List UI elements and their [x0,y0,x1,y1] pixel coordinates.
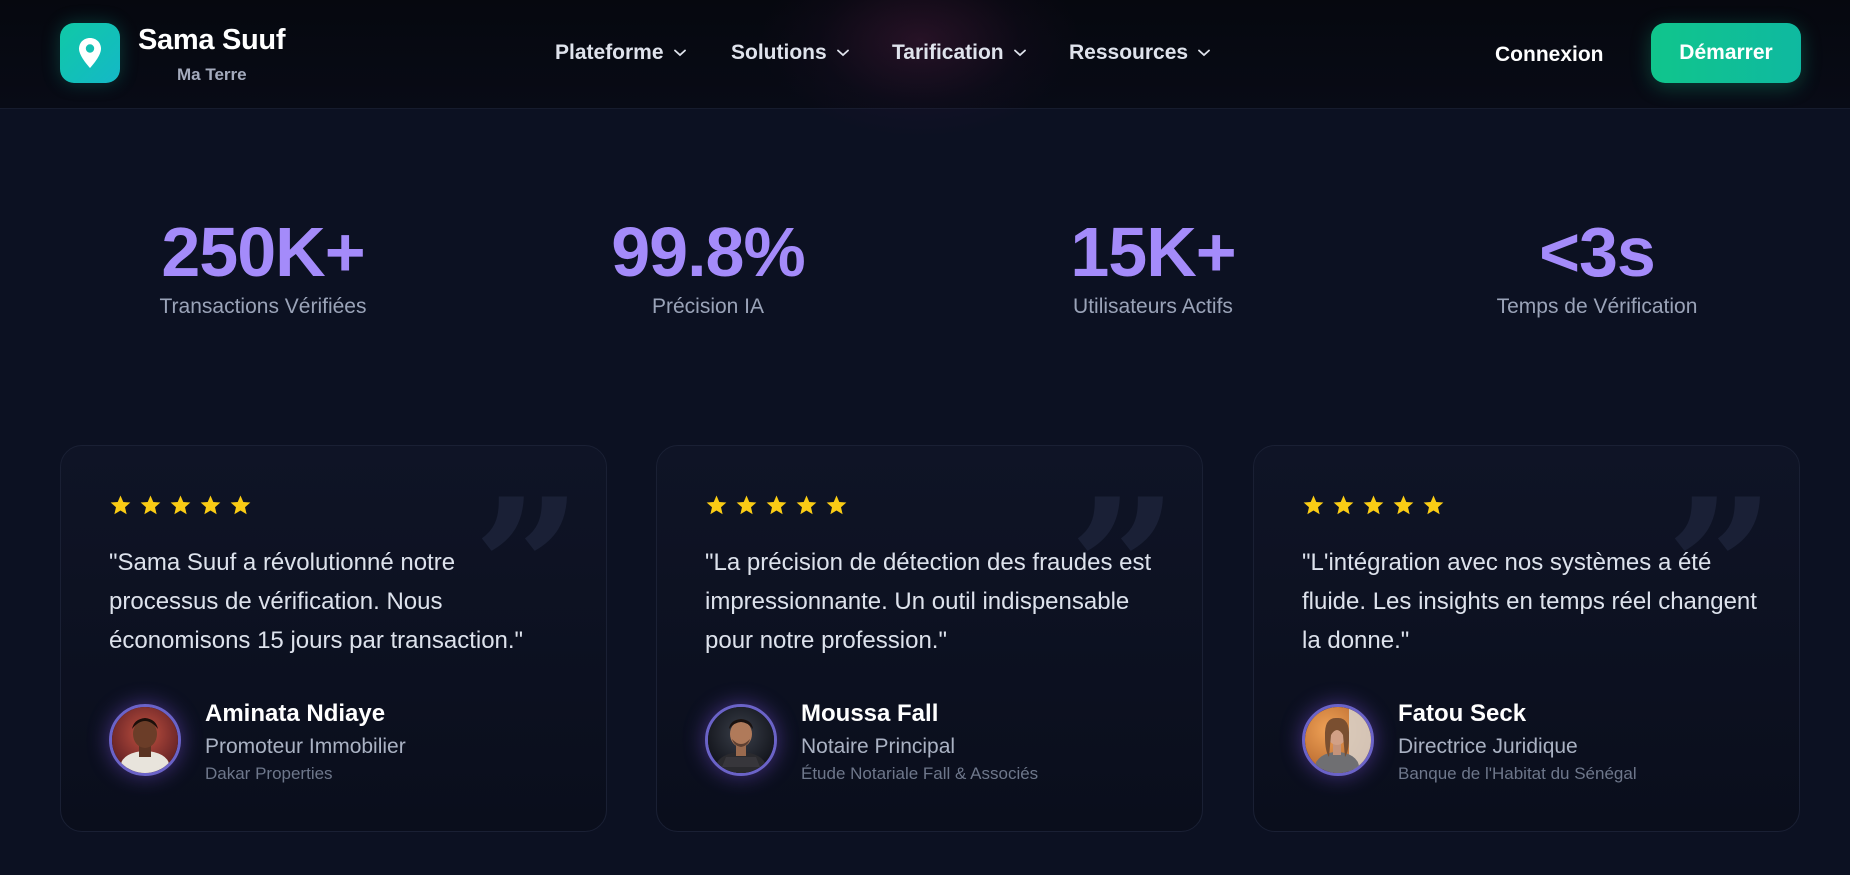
login-link[interactable]: Connexion [1495,43,1604,67]
stat-label: Transactions Vérifiées [159,295,367,318]
nav-glow [760,0,1080,140]
menu-item-label: Ressources [1069,41,1189,64]
star-icon [1423,495,1444,515]
brand-name[interactable]: Sama Suuf [138,24,285,57]
chevron-down-icon [836,49,849,57]
star-icon [1303,495,1324,515]
star-icon [140,495,161,515]
author-company: Étude Notariale Fall & Associés [801,764,1039,783]
stat-verification-time: <3s Temps de Vérification [1417,213,1777,319]
star-icon [1393,495,1414,515]
author-name: Fatou Seck [1398,700,1527,727]
menu-item-label: Tarification [892,41,1004,64]
testimonial-quote: "La précision de détection des fraudes e… [705,549,1152,654]
author-name: Moussa Fall [801,700,939,727]
avatar [1302,704,1374,776]
chevron-down-icon [1198,49,1210,57]
rating-stars [109,494,252,517]
star-icon [170,495,191,515]
star-icon [736,495,757,515]
rating-stars [705,494,848,517]
menu-item-solutions[interactable]: Solutions [731,41,849,65]
stat-precision: 99.8% Précision IA [528,213,888,319]
menu-item-ressources[interactable]: Ressources [1069,41,1210,65]
author-company: Banque de l'Habitat du Sénégal [1398,764,1637,783]
stat-label: Précision IA [651,295,765,318]
star-icon [706,495,727,515]
menu-item-label: Solutions [731,41,827,64]
stat-label: Utilisateurs Actifs [1073,295,1233,318]
testimonial-card: ” "Sama Suuf a révolutionné notre proces… [60,445,607,832]
star-icon [826,495,847,515]
testimonial-quote: "L'intégration avec nos systèmes a été f… [1302,549,1757,654]
logo[interactable] [60,23,120,83]
testimonial-card: ” "La précision de détection des fraudes… [656,445,1203,832]
avatar [109,704,181,776]
author-role: Promoteur Immobilier [205,735,406,758]
brand-tagline: Ma Terre [177,65,247,84]
stat-transactions: 250K+ Transactions Vérifiées [83,213,443,319]
avatar [705,704,777,776]
stat-users: 15K+ Utilisateurs Actifs [973,213,1333,319]
stat-value: 99.8% [611,213,805,291]
author-company: Dakar Properties [205,764,333,783]
menu-item-label: Plateforme [555,41,664,64]
menu-item-plateforme[interactable]: Plateforme [555,41,686,65]
star-icon [1363,495,1384,515]
stat-value: <3s [1539,213,1656,291]
star-icon [110,495,131,515]
rating-stars [1302,494,1445,517]
chevron-down-icon [1013,49,1026,57]
testimonial-quote: "Sama Suuf a révolutionné notre processu… [109,549,524,654]
star-icon [1333,495,1354,515]
star-icon [200,495,221,515]
top-navbar: Sama Suuf Ma Terre Plateforme Solutions … [0,0,1850,140]
stat-value: 250K+ [161,213,365,291]
star-icon [766,495,787,515]
author-name: Aminata Ndiaye [205,700,386,727]
author-role: Directrice Juridique [1398,735,1578,758]
stat-label: Temps de Vérification [1496,295,1698,318]
menu-item-tarification[interactable]: Tarification [892,41,1026,65]
stat-value: 15K+ [1070,213,1236,291]
star-icon [796,495,817,515]
star-icon [230,495,251,515]
author-role: Notaire Principal [801,735,956,758]
testimonial-card: ” "L'intégration avec nos systèmes a été… [1253,445,1800,832]
chevron-down-icon [673,49,686,57]
map-pin-icon [79,38,101,68]
start-button[interactable]: Démarrer [1651,23,1801,83]
